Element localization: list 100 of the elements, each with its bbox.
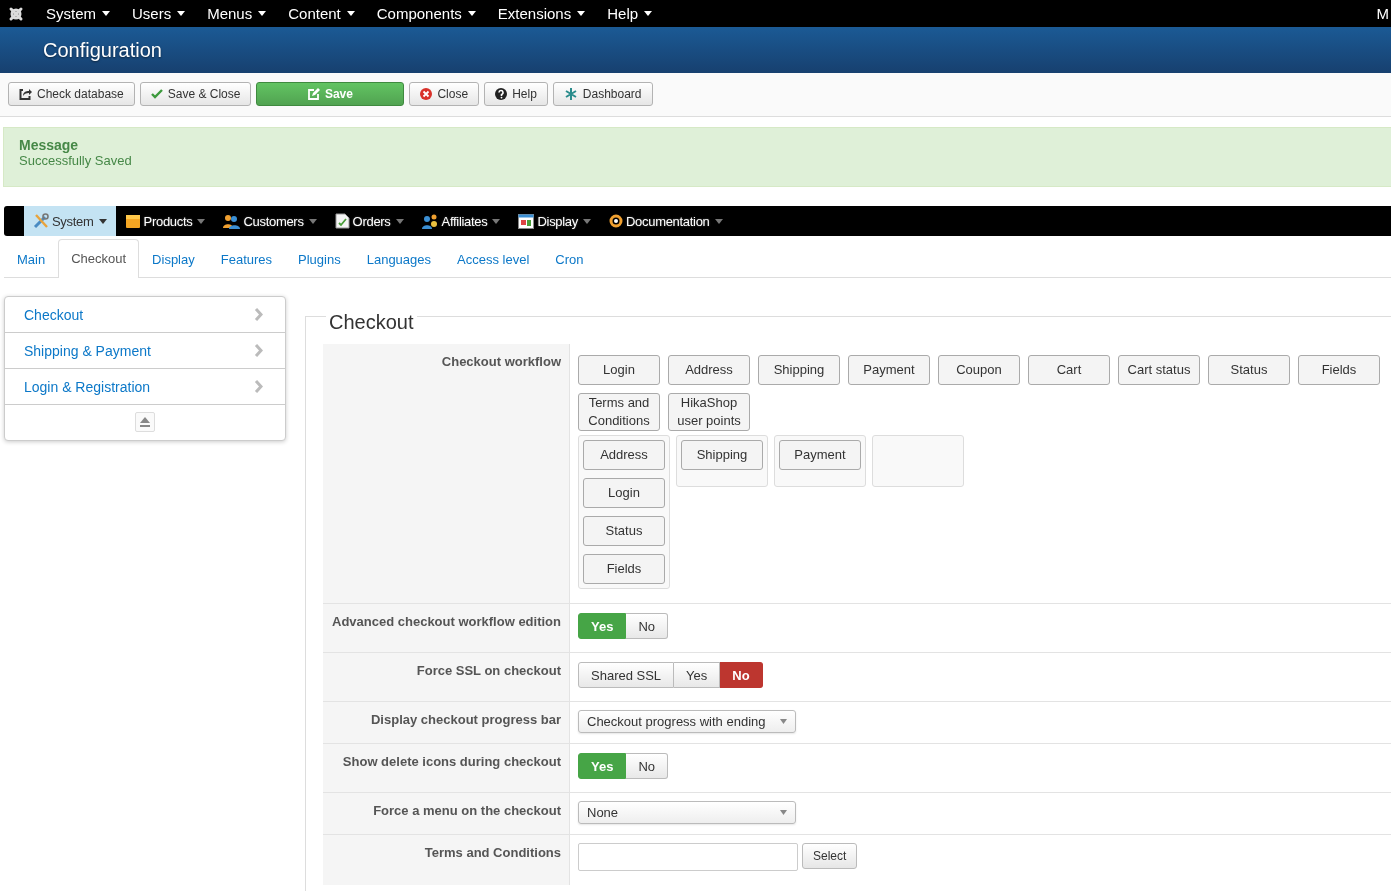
workflow-item[interactable]: Shipping (681, 440, 763, 470)
workflow-item[interactable]: Fields (583, 554, 665, 584)
help-icon (495, 88, 508, 100)
caret-icon (258, 11, 267, 16)
tab[interactable]: Plugins (285, 240, 354, 278)
menu-item[interactable]: Documentation (600, 206, 732, 236)
tools-icon (33, 213, 49, 229)
chevron-icon (254, 380, 263, 393)
tab[interactable]: Access level (444, 240, 543, 278)
workflow-item[interactable]: Coupon (938, 355, 1020, 385)
check-button[interactable]: Check database (8, 82, 135, 106)
tab[interactable]: Main (4, 240, 59, 278)
menu-item[interactable]: Content (277, 0, 366, 27)
dropdown[interactable]: Checkout progress with ending (578, 710, 796, 733)
message-heading: Message (19, 137, 80, 153)
lifebuoy-icon (609, 214, 623, 228)
help-button[interactable]: Help (484, 82, 548, 106)
menu-item[interactable]: Menus (196, 0, 278, 27)
menu-item[interactable]: Help (596, 0, 664, 27)
sidebar-item[interactable]: Shipping & Payment (5, 333, 285, 369)
menu-item[interactable]: Products (115, 206, 215, 236)
workflow-item[interactable]: Terms and Conditions (578, 393, 660, 431)
workflow-item[interactable]: Fields (1298, 355, 1380, 385)
tab[interactable]: Cron (542, 240, 597, 278)
sidebar-item[interactable]: Checkout (5, 297, 285, 333)
toggle-option[interactable]: No (720, 662, 763, 688)
field-label: Advanced checkout workflow edition (323, 604, 570, 652)
caret-icon (780, 810, 787, 815)
workflow-item[interactable]: Cart status (1118, 355, 1200, 385)
menu-item[interactable]: M (1376, 0, 1389, 27)
field-label: Show delete icons during checkout (323, 744, 570, 792)
caret-icon (644, 11, 653, 16)
field-label: Display checkout progress bar (323, 702, 570, 743)
toggle-option[interactable]: Shared SSL (578, 662, 675, 688)
field-label: Checkout workflow (323, 344, 570, 603)
dashboard-button[interactable]: Dashboard (552, 82, 653, 106)
toggle-option[interactable]: No (626, 613, 669, 639)
menu-item[interactable]: Extensions (486, 0, 597, 27)
users-icon (223, 213, 241, 229)
menu-item[interactable]: Affiliates (412, 206, 510, 236)
caret-icon (583, 218, 591, 224)
caret-icon (467, 11, 476, 16)
workflow-item[interactable]: Login (578, 355, 660, 385)
workflow-item[interactable]: Address (583, 440, 665, 470)
caret-icon (102, 11, 110, 16)
caret-icon (492, 218, 501, 224)
caret-icon (308, 218, 317, 224)
input-field[interactable] (578, 843, 798, 871)
workflow-item[interactable]: Address (668, 355, 750, 385)
menu-item[interactable]: Orders (325, 206, 413, 236)
tab[interactable]: Features (207, 240, 286, 278)
caret-icon (177, 11, 186, 16)
menu-item[interactable]: Components (365, 0, 487, 27)
close-button[interactable]: Close (409, 82, 480, 106)
caret-icon (714, 218, 723, 224)
caret-icon (395, 218, 404, 224)
document-icon (334, 213, 350, 229)
menu-item[interactable]: System (24, 206, 116, 236)
field-label: Force SSL on checkout (323, 653, 570, 701)
menu-item[interactable]: Display (509, 206, 600, 236)
workflow-item[interactable]: Payment (848, 355, 930, 385)
tab[interactable]: Languages (353, 240, 445, 278)
eject-icon (140, 417, 150, 427)
save-close-button[interactable]: Save & Close (139, 82, 252, 106)
dropdown[interactable]: None (578, 801, 796, 824)
workflow-item[interactable]: HikaShop user points (668, 393, 750, 431)
workflow-item[interactable]: Login (583, 478, 665, 508)
toggle-option[interactable]: No (626, 753, 669, 779)
field-label: Force a menu on the checkout (323, 793, 570, 834)
workflow-item[interactable]: Payment (779, 440, 861, 470)
menu-item[interactable]: Customers (214, 206, 326, 236)
select-button[interactable]: Select (802, 843, 858, 869)
sidebar-item[interactable]: Login & Registration (5, 369, 285, 405)
message-text: Successfully Saved (19, 153, 133, 168)
edit-icon (307, 88, 320, 100)
tab[interactable]: Display (139, 240, 208, 278)
toggle-option[interactable]: Yes (674, 662, 721, 688)
collapse-button[interactable] (135, 412, 155, 432)
asterisk-icon (563, 87, 578, 101)
workflow-item[interactable]: Shipping (758, 355, 840, 385)
chevron-icon (254, 344, 263, 357)
menu-item[interactable]: System (35, 0, 121, 27)
chevron-icon (254, 308, 263, 321)
caret-icon (577, 11, 586, 16)
workflow-item[interactable]: Status (583, 516, 665, 546)
people-icon (421, 213, 439, 229)
field-label: Terms and Conditions (323, 835, 570, 885)
page-title: Configuration (42, 38, 163, 63)
export-icon (19, 88, 32, 100)
window-icon (518, 213, 535, 229)
workflow-item[interactable]: Status (1208, 355, 1290, 385)
caret-icon (197, 218, 206, 224)
tab[interactable]: Checkout (58, 239, 140, 278)
caret-icon (98, 218, 107, 224)
checkmark-icon (150, 89, 163, 99)
menu-item[interactable]: Users (121, 0, 197, 27)
caret-icon (780, 719, 787, 724)
box-icon (124, 213, 141, 229)
workflow-item[interactable]: Cart (1028, 355, 1110, 385)
close-icon (420, 88, 433, 100)
